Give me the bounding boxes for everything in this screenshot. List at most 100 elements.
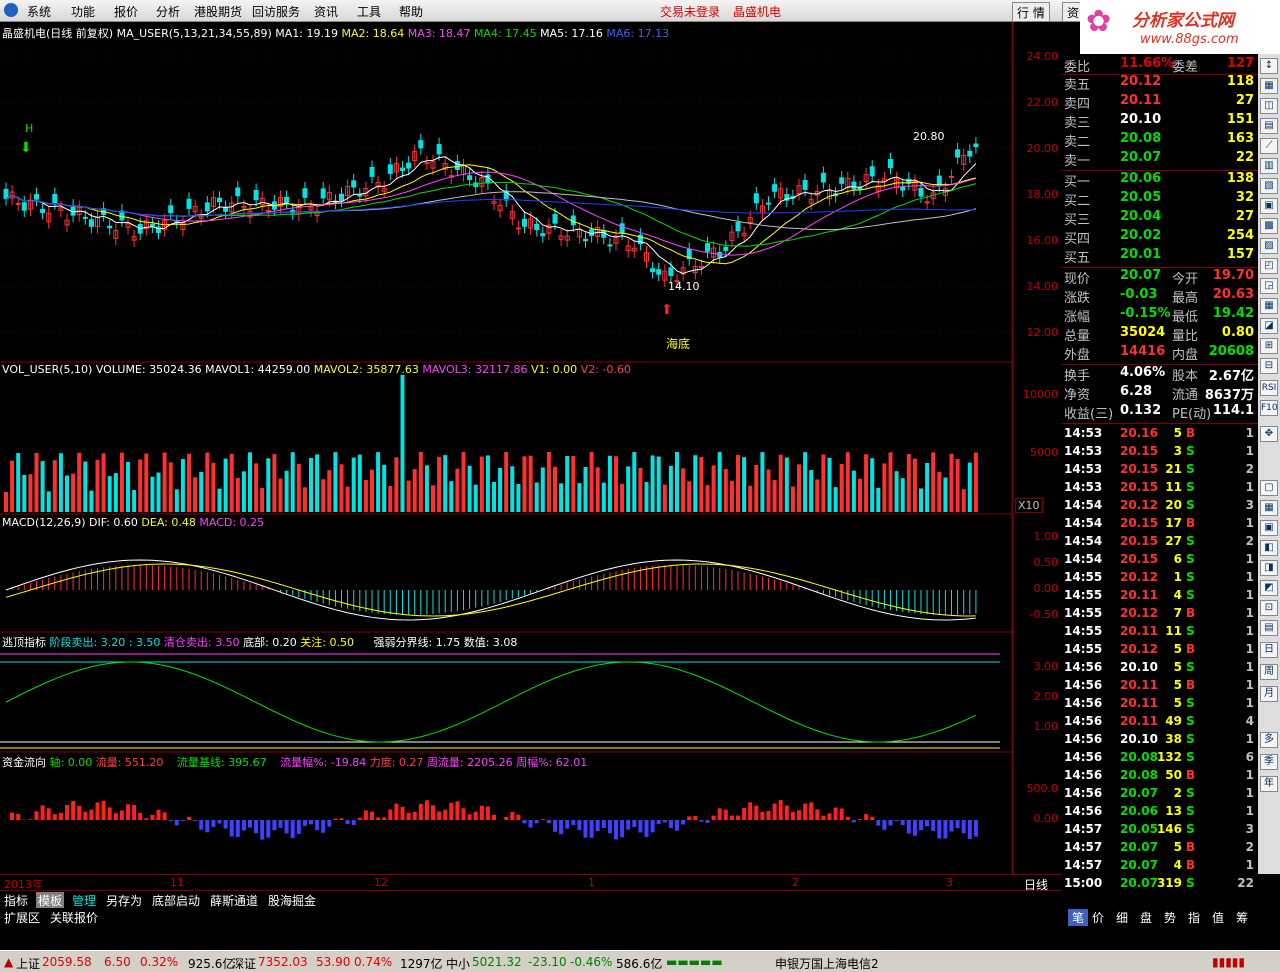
bottom-tab[interactable]: 底部启动 bbox=[150, 892, 202, 909]
tool-button[interactable]: ▩ bbox=[1260, 218, 1278, 234]
v2-value: V2: -0.60 bbox=[580, 363, 631, 376]
price-tick: 12.00 bbox=[1026, 326, 1059, 339]
day-button[interactable]: 日 bbox=[1260, 642, 1278, 658]
bottom-tab[interactable]: 管理 bbox=[70, 892, 98, 909]
quote-tab[interactable]: 盘 bbox=[1140, 909, 1152, 926]
tick-volume: 5 bbox=[1173, 660, 1182, 674]
tool-button[interactable]: ▤ bbox=[1260, 118, 1278, 134]
tool-button[interactable]: ▣ bbox=[1260, 198, 1278, 214]
flow-bar bbox=[162, 812, 167, 820]
signal-strength-icon: ▬▬▬▬▬ bbox=[666, 955, 723, 969]
menu-system[interactable]: 系统 bbox=[27, 3, 51, 20]
quote-tab[interactable]: 值 bbox=[1212, 909, 1224, 926]
quote-tab[interactable]: 指 bbox=[1188, 909, 1200, 926]
tool-button[interactable]: ▦ bbox=[1260, 500, 1278, 516]
volume-bar bbox=[553, 466, 557, 512]
quote-tab[interactable]: 细 bbox=[1116, 909, 1128, 926]
rsi-button[interactable]: RSI bbox=[1260, 380, 1278, 396]
extension-tab[interactable]: 关联报价 bbox=[48, 909, 100, 926]
volume-bar bbox=[876, 487, 881, 512]
tab-market[interactable]: 行 情 bbox=[1012, 2, 1050, 22]
volume-bar bbox=[376, 452, 381, 512]
year-button[interactable]: 年 bbox=[1260, 776, 1278, 792]
flow-bar bbox=[772, 803, 777, 820]
move-icon[interactable]: ✥ bbox=[1260, 426, 1278, 442]
candle-body bbox=[70, 205, 76, 216]
weekly-amp-value: 周幅%: 62.01 bbox=[516, 756, 588, 769]
tool-button[interactable]: ▥ bbox=[1260, 158, 1278, 174]
tool-button[interactable]: ◨ bbox=[1260, 560, 1278, 576]
volume-bar bbox=[467, 465, 472, 512]
bottom-tab[interactable]: 另存为 bbox=[104, 892, 144, 909]
menu-help[interactable]: 帮助 bbox=[399, 3, 423, 20]
tool-button[interactable]: ◧ bbox=[1260, 540, 1278, 556]
bottom-tab[interactable]: 股海掘金 bbox=[266, 892, 318, 909]
price-chart[interactable] bbox=[0, 22, 1062, 874]
flow-bar bbox=[345, 820, 350, 824]
tool-button[interactable]: ▦ bbox=[1260, 298, 1278, 314]
tool-button[interactable]: ▤ bbox=[1260, 620, 1278, 636]
tool-button[interactable]: ⊡ bbox=[1260, 600, 1278, 616]
tool-button[interactable]: ▧ bbox=[1260, 178, 1278, 194]
quote-tab[interactable]: 笔 bbox=[1068, 909, 1089, 926]
menu-tools[interactable]: 工具 bbox=[357, 3, 381, 20]
ask-price: 20.07 bbox=[1120, 150, 1162, 165]
tool-button[interactable]: ◲ bbox=[1260, 278, 1278, 294]
candle-body bbox=[302, 188, 308, 198]
menu-visit-service[interactable]: 回访服务 bbox=[252, 3, 300, 20]
week-button[interactable]: 周 bbox=[1260, 664, 1278, 680]
flow-bar bbox=[668, 820, 673, 829]
tick-volume: 5 bbox=[1173, 426, 1182, 440]
flow-bar bbox=[888, 820, 893, 826]
smb-index-label[interactable]: 中小 bbox=[446, 955, 470, 972]
tool-button[interactable]: ◪ bbox=[1260, 318, 1278, 334]
tool-button[interactable]: ▦ bbox=[1260, 78, 1278, 94]
season-button[interactable]: 季 bbox=[1260, 754, 1278, 770]
quote-tab[interactable]: 价 bbox=[1092, 909, 1104, 926]
tick-volume: 146 bbox=[1156, 822, 1182, 836]
bid-volume: 32 bbox=[1235, 190, 1254, 205]
volume-bar bbox=[95, 459, 100, 512]
bottom-tab[interactable]: 指标 bbox=[2, 892, 30, 909]
flow-bar bbox=[943, 820, 948, 839]
tool-button[interactable]: ◫ bbox=[1260, 98, 1278, 114]
tool-button[interactable]: ◩ bbox=[1260, 580, 1278, 596]
escape-title: 逃顶指标 bbox=[2, 636, 46, 649]
bottom-tab[interactable]: 模板 bbox=[36, 892, 65, 909]
tool-button[interactable]: ▣ bbox=[1260, 520, 1278, 536]
quote-tab[interactable]: 筹 bbox=[1236, 909, 1248, 926]
tool-button[interactable]: ▨ bbox=[1260, 238, 1278, 254]
menu-analysis[interactable]: 分析 bbox=[156, 3, 180, 20]
bottom-tab[interactable]: 薛斯通道 bbox=[208, 892, 260, 909]
menu-quote[interactable]: 报价 bbox=[114, 3, 138, 20]
stat-label: 外盘 bbox=[1064, 348, 1091, 363]
tool-button[interactable]: ⊟ bbox=[1260, 358, 1278, 374]
month-button[interactable]: 月 bbox=[1260, 686, 1278, 702]
volume-bar bbox=[729, 480, 734, 512]
volume-bar bbox=[583, 466, 588, 512]
login-status[interactable]: 交易未登录 bbox=[660, 3, 720, 20]
menu-news[interactable]: 资讯 bbox=[314, 3, 338, 20]
tool-button[interactable]: ↕ bbox=[1260, 58, 1278, 74]
tool-button[interactable]: ◰ bbox=[1260, 258, 1278, 274]
tool-button[interactable]: ⊞ bbox=[1260, 338, 1278, 354]
f10-button[interactable]: F10 bbox=[1260, 400, 1278, 416]
menu-hk-futures[interactable]: 港股期货 bbox=[194, 3, 242, 20]
tool-button[interactable]: ⟋ bbox=[1260, 138, 1278, 154]
vol-panel-title: VOL_USER(5,10) VOLUME: 35024.36 MAVOL1: … bbox=[2, 363, 631, 376]
tick-side: S bbox=[1186, 696, 1195, 710]
tick-count: 4 bbox=[1245, 714, 1254, 728]
chart-area[interactable]: 晶盛机电(日线 前复权) MA_USER(5,13,21,34,55,89) M… bbox=[0, 22, 1062, 892]
quote-tab[interactable]: 势 bbox=[1164, 909, 1176, 926]
menu-function[interactable]: 功能 bbox=[71, 3, 95, 20]
broker-server[interactable]: 申银万国上海电信2 bbox=[775, 955, 879, 972]
sz-index-label[interactable]: 深证 bbox=[232, 955, 256, 972]
multi-button[interactable]: 多 bbox=[1260, 732, 1278, 748]
volume-bar bbox=[211, 462, 216, 512]
escape-tick: 3.00 bbox=[1033, 660, 1059, 673]
extension-tab[interactable]: 扩展区 bbox=[2, 909, 42, 926]
sh-index-label[interactable]: 上证 bbox=[16, 955, 40, 972]
tool-button[interactable]: ▢ bbox=[1260, 480, 1278, 496]
volume-bar bbox=[565, 456, 570, 512]
watch-value: 关注: 0.50 bbox=[300, 636, 354, 649]
